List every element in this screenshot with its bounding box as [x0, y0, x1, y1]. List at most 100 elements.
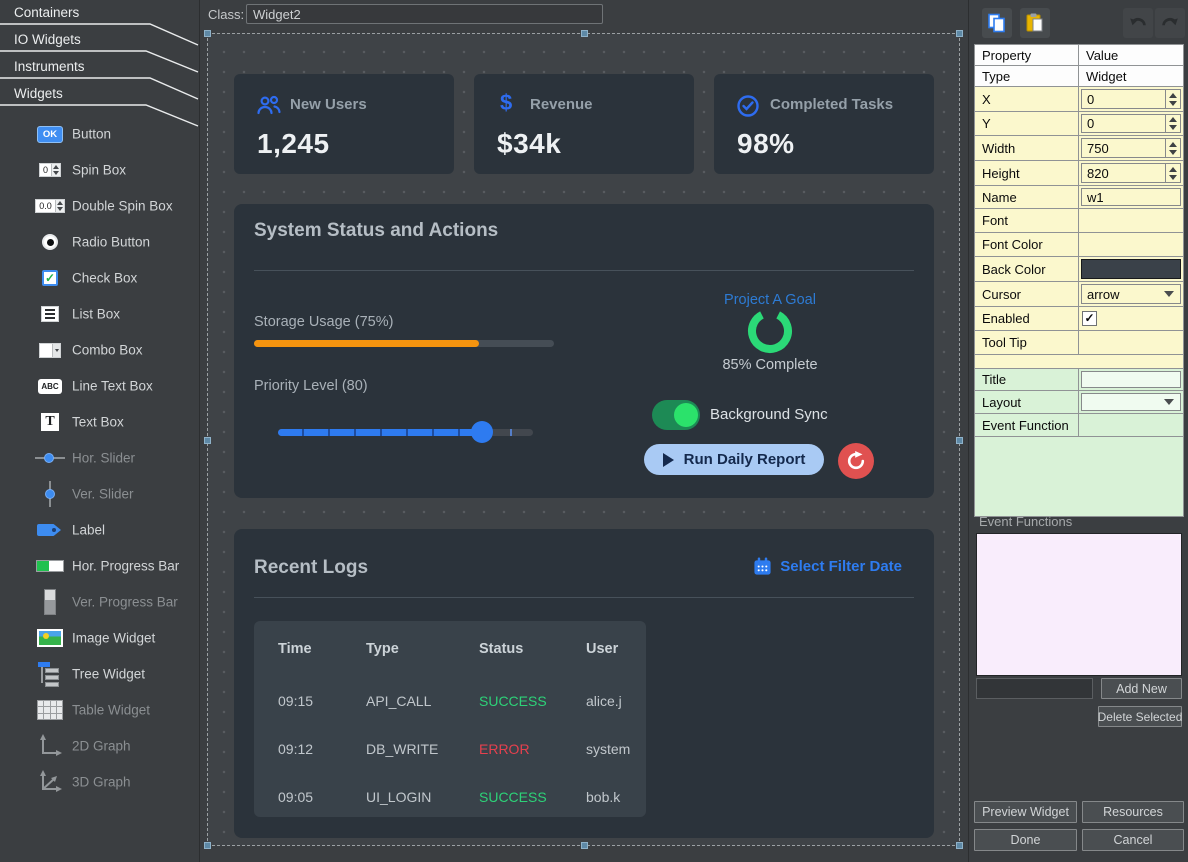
resize-handle-top-center[interactable]	[581, 30, 588, 37]
layout-dropdown[interactable]	[1081, 393, 1181, 411]
priority-slider[interactable]	[278, 429, 533, 436]
property-row-tool-tip[interactable]: Tool Tip	[975, 331, 1183, 355]
log-cell-status: ERROR	[479, 741, 530, 757]
palette-item-tree-widget[interactable]: Tree Widget	[0, 656, 200, 692]
cursor-dropdown[interactable]: arrow	[1081, 284, 1181, 304]
palette-item-check-box[interactable]: ✓ Check Box	[0, 260, 200, 296]
priority-slider-thumb[interactable]	[471, 421, 493, 443]
palette-item-table-widget[interactable]: Table Widget	[0, 692, 200, 728]
check-circle-icon	[736, 94, 760, 123]
log-cell-user: alice.j	[586, 693, 622, 709]
design-canvas[interactable]: New Users 1,245 $ Revenue $34k Completed…	[207, 33, 960, 846]
property-row-font-color[interactable]: Font Color	[975, 233, 1183, 257]
class-name-input[interactable]	[246, 4, 603, 24]
property-grid-spacer	[975, 355, 1183, 369]
resize-handle-mid-left[interactable]	[204, 437, 211, 444]
undo-button[interactable]	[1123, 8, 1153, 38]
dollar-icon: $	[500, 90, 512, 116]
property-row-layout: Layout	[975, 391, 1183, 414]
recent-logs-title: Recent Logs	[254, 557, 368, 579]
resize-handle-top-left[interactable]	[204, 30, 211, 37]
stat-card-revenue[interactable]: $ Revenue $34k	[474, 74, 694, 174]
users-icon	[256, 94, 282, 121]
background-sync-toggle[interactable]	[652, 400, 700, 430]
refresh-button[interactable]	[838, 443, 874, 479]
palette-item-double-spin-box[interactable]: 0.0 Double Spin Box	[0, 188, 200, 224]
cancel-button[interactable]: Cancel	[1082, 829, 1184, 851]
property-row-width: Width 750	[975, 136, 1183, 161]
undo-icon	[1127, 12, 1149, 34]
resize-handle-top-right[interactable]	[956, 30, 963, 37]
title-input[interactable]	[1081, 371, 1181, 388]
log-cell-type: API_CALL	[366, 693, 431, 709]
palette-item-radio-button[interactable]: Radio Button	[0, 224, 200, 260]
widget-palette-sidebar: Containers IO Widgets Instruments Widget…	[0, 0, 200, 862]
palette-tab-widgets[interactable]: Widgets	[14, 86, 63, 101]
palette-item-3d-graph[interactable]: 3D Graph	[0, 764, 200, 800]
width-spin-input[interactable]: 750	[1081, 138, 1181, 158]
ver-slider-icon	[33, 476, 67, 512]
redo-button[interactable]	[1155, 8, 1185, 38]
property-grid-header: Property Value	[975, 45, 1183, 66]
palette-item-combo-box[interactable]: Combo Box	[0, 332, 200, 368]
double-spinbox-icon: 0.0	[33, 188, 67, 224]
select-filter-date-link[interactable]: Select Filter Date	[753, 557, 902, 576]
palette-item-hor-progress-bar[interactable]: Hor. Progress Bar	[0, 548, 200, 584]
y-spin-input[interactable]: 0	[1081, 114, 1181, 133]
resize-handle-bottom-left[interactable]	[204, 842, 211, 849]
copy-button[interactable]	[982, 8, 1012, 38]
palette-tab-io-widgets[interactable]: IO Widgets	[14, 32, 81, 47]
table-widget-icon	[33, 692, 67, 728]
resize-handle-bottom-right[interactable]	[956, 842, 963, 849]
delete-selected-button[interactable]: Delete Selected	[1098, 706, 1182, 727]
x-spin-input[interactable]: 0	[1081, 89, 1181, 109]
resources-button[interactable]: Resources	[1082, 801, 1184, 823]
preview-widget-button[interactable]: Preview Widget	[974, 801, 1077, 823]
system-panel-title: System Status and Actions	[254, 220, 498, 242]
background-sync-label: Background Sync	[710, 406, 828, 423]
run-daily-report-button[interactable]: Run Daily Report	[644, 444, 824, 475]
palette-item-button[interactable]: OK Button	[0, 116, 200, 152]
palette-item-hor-slider[interactable]: Hor. Slider	[0, 440, 200, 476]
property-row-font[interactable]: Font	[975, 209, 1183, 233]
resize-handle-mid-right[interactable]	[956, 437, 963, 444]
stat-card-completed-tasks[interactable]: Completed Tasks 98%	[714, 74, 934, 174]
redo-icon	[1159, 12, 1181, 34]
palette-item-image-widget[interactable]: Image Widget	[0, 620, 200, 656]
palette-item-line-text-box[interactable]: ABC Line Text Box	[0, 368, 200, 404]
image-widget-icon	[33, 620, 67, 656]
properties-panel: Property Value Type Widget X 0 Y 0 Width…	[968, 0, 1188, 862]
log-cell-type: UI_LOGIN	[366, 789, 431, 805]
palette-item-spin-box[interactable]: 0 Spin Box	[0, 152, 200, 188]
class-label: Class:	[208, 7, 244, 22]
resize-handle-bottom-center[interactable]	[581, 842, 588, 849]
palette-item-label[interactable]: Label	[0, 512, 200, 548]
done-button[interactable]: Done	[974, 829, 1077, 851]
palette-tab-instruments[interactable]: Instruments	[14, 59, 85, 74]
palette-item-2d-graph[interactable]: 2D Graph	[0, 728, 200, 764]
paste-icon	[1024, 12, 1046, 34]
add-new-button[interactable]: Add New	[1101, 678, 1182, 699]
event-functions-label: Event Functions	[979, 514, 1072, 529]
name-input[interactable]: w1	[1081, 188, 1181, 206]
palette-tab-containers[interactable]: Containers	[14, 5, 79, 20]
palette-item-text-box[interactable]: T Text Box	[0, 404, 200, 440]
enabled-checkbox[interactable]: ✓	[1082, 311, 1097, 326]
paste-button[interactable]	[1020, 8, 1050, 38]
height-spin-input[interactable]: 820	[1081, 163, 1181, 183]
log-cell-type: DB_WRITE	[366, 741, 438, 757]
event-functions-list[interactable]	[976, 533, 1182, 676]
property-row-event-function[interactable]: Event Function	[975, 414, 1183, 437]
palette-item-ver-progress-bar[interactable]: Ver. Progress Bar	[0, 584, 200, 620]
palette-item-list-box[interactable]: List Box	[0, 296, 200, 332]
col-header-status: Status	[479, 641, 523, 657]
list-box-icon	[33, 296, 67, 332]
new-function-input[interactable]	[976, 678, 1093, 699]
log-cell-time: 09:15	[278, 693, 313, 709]
back-color-swatch[interactable]	[1081, 259, 1181, 279]
stat-card-new-users[interactable]: New Users 1,245	[234, 74, 454, 174]
col-header-type: Type	[366, 641, 399, 657]
palette-item-ver-slider[interactable]: Ver. Slider	[0, 476, 200, 512]
property-row-name: Name w1	[975, 186, 1183, 209]
property-row-x: X 0	[975, 87, 1183, 112]
